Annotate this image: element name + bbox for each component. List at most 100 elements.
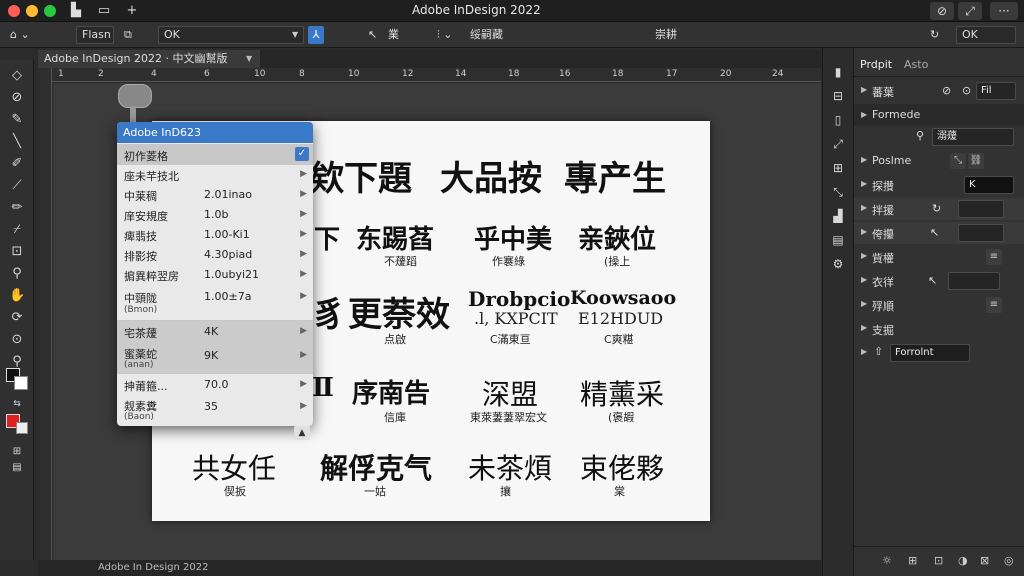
tool-a-label[interactable]: 業 [388, 26, 399, 44]
apply-color-icon[interactable]: ⊞ [9, 444, 25, 460]
swap-colors-icon[interactable]: ⇆ [9, 396, 25, 412]
bottom-grid-icon[interactable]: ⊞ [908, 554, 917, 567]
home-icon[interactable]: ⌂ ⌄ [10, 26, 30, 44]
menu-item[interactable]: 中莱稠 2.01inao ▶ [117, 185, 313, 205]
panel-row[interactable]: ▶ 支掘 [854, 318, 1024, 340]
bottom-lock-icon[interactable]: ⊠ [980, 554, 989, 567]
expand-triangle-icon[interactable]: ▶ [861, 85, 867, 94]
rotate-field[interactable] [958, 200, 1004, 218]
chain-icon[interactable]: ⛓ [968, 153, 984, 169]
font-field[interactable]: OK [158, 26, 304, 44]
page-block-text[interactable]: 共女任 [192, 447, 276, 487]
type-tool-icon[interactable]: ⟋ [9, 178, 25, 194]
target-icon[interactable]: ⊙ [962, 84, 971, 97]
menu-item[interactable]: 抻莆箍... 70.0 ▶ [117, 374, 313, 396]
menu-header[interactable]: Adobe InD623 [117, 122, 313, 143]
menu-lines-icon[interactable]: ≡ [986, 297, 1002, 313]
tool-c-label[interactable]: 崇耕 [655, 26, 677, 44]
close-window-button[interactable] [8, 5, 20, 17]
panel-row[interactable]: ▶ 蕃葉 ⊘ ⊙ Fil [854, 80, 1024, 102]
left-partial-text[interactable]: 下 [314, 219, 340, 256]
font-dropdown-icon[interactable]: ▼ [292, 30, 298, 39]
page-latin-text[interactable]: Drobpcio [468, 287, 570, 311]
panel-row[interactable]: ▶ 拌援 ↻ [854, 198, 1024, 220]
bottom-sun-icon[interactable]: ☼ [882, 554, 892, 567]
fill-field[interactable]: Fil [976, 82, 1016, 100]
rotate-icon[interactable]: ↻ [932, 202, 941, 215]
stroke-panel-icon[interactable]: ⤢ [830, 136, 846, 152]
panel-row[interactable]: ▶ 衣徉 ↖ [854, 270, 1024, 292]
pages-panel-icon[interactable]: ▮ [830, 64, 846, 80]
swatches-panel-icon[interactable]: ⊞ [830, 160, 846, 176]
columns-icon[interactable]: ⫶ ⌄ [437, 26, 452, 44]
left-partial-text[interactable]: Ⅱ [312, 373, 334, 403]
page-block-text[interactable]: 深盟 [482, 373, 538, 413]
panel-row[interactable]: ▶ 侉攥 ↖ [854, 222, 1024, 244]
menu-item[interactable]: 中頸陇 (Bmon) 1.00±7a ▶ [117, 285, 313, 319]
expand-triangle-icon[interactable]: ▶ [861, 299, 867, 308]
document-tab[interactable]: Adobe InDesign 2022 · 中文幽幫版 [38, 50, 260, 68]
link-icon[interactable]: ⧉ [124, 26, 132, 44]
expand-triangle-icon[interactable]: ▶ [861, 275, 867, 284]
share-icon[interactable]: ⊘ [930, 2, 954, 20]
stroke-swatch-back[interactable] [14, 376, 28, 390]
panel-row[interactable]: ▶ Poslme ⤡ ⛓ [854, 150, 1024, 172]
menu-item[interactable]: 初作菱格 ✓ [117, 144, 313, 165]
menu-item[interactable]: 蜜薬蛇 (anan) 9K ▶ [117, 343, 313, 373]
menu-item[interactable]: 庠安規度 1.0b ▶ [117, 205, 313, 225]
align-icon[interactable]: ⅄ [308, 26, 324, 44]
pencil-tool-icon[interactable]: ✐ [9, 156, 25, 172]
color-panel-icon[interactable]: ▟ [830, 208, 846, 224]
expand-triangle-icon[interactable]: ▶ [861, 251, 867, 260]
color-swatch-white[interactable] [16, 422, 28, 434]
expand-triangle-icon[interactable]: ▶ [861, 155, 867, 164]
expand-triangle-icon[interactable]: ▶ [861, 347, 867, 356]
menu-item[interactable]: 觌素糞 (Baon) 35 ▶ [117, 396, 313, 426]
refresh-icon[interactable]: ↻ [930, 26, 939, 44]
expand-icon[interactable]: ⤢ [958, 2, 982, 20]
settings-gear-icon[interactable]: ⚙ [830, 256, 846, 272]
shear-icon[interactable]: ↖ [930, 226, 939, 239]
left-partial-text[interactable]: 豸 [312, 287, 346, 336]
panel-tab-adobe[interactable]: Asto [904, 58, 928, 71]
expand-triangle-icon[interactable]: ▶ [861, 179, 867, 188]
no-fill-icon[interactable]: ⊘ [942, 84, 951, 97]
bottom-target-icon[interactable]: ◎ [1004, 554, 1014, 567]
page-latin-text[interactable]: Koowsaoo [570, 287, 676, 309]
page-block-text[interactable]: 更萘效 [348, 287, 450, 336]
rotate-tool-icon[interactable]: ⟳ [9, 310, 25, 326]
link-icon[interactable]: ⤡ [950, 153, 966, 169]
menu-lines-icon[interactable]: ≡ [986, 249, 1002, 265]
page-block-text[interactable]: 精薰采 [580, 373, 664, 413]
zoom-window-button[interactable] [44, 5, 56, 17]
context-menu[interactable]: Adobe InD623 初作菱格 ✓ 座未芉技北 ▶ 中莱稠 2.01inao… [117, 122, 313, 426]
panel-row[interactable]: ▶ ⇧ Forrolnt [854, 342, 1024, 364]
frame-tool-icon[interactable]: ⊡ [9, 244, 25, 260]
page-heading-text[interactable]: 專产生 [564, 151, 666, 200]
more-icon[interactable]: ··· [990, 2, 1018, 20]
document-icon[interactable]: ▙ [68, 3, 84, 19]
panel-row[interactable]: ▶ 貲權 ≡ [854, 246, 1024, 268]
selection-tool-icon[interactable]: ◇ [9, 68, 25, 84]
bottom-frame-icon[interactable]: ⊡ [934, 554, 943, 567]
tool-b-label[interactable]: 绥嗣藏 [470, 26, 503, 44]
panel-row[interactable]: ▶ 殍順 ≡ [854, 294, 1024, 316]
new-tab-icon[interactable]: + [124, 3, 140, 19]
hand-tool-icon[interactable]: ✋ [9, 288, 25, 304]
style-dropdown[interactable]: 溺蕿 [932, 128, 1014, 146]
expand-triangle-icon[interactable]: ▶ [861, 323, 867, 332]
scale-tool-icon[interactable]: ⊙ [9, 332, 25, 348]
ok-button[interactable]: OK [956, 26, 1016, 44]
pointer-field[interactable] [948, 272, 1000, 290]
tab-dropdown-icon[interactable]: ▼ [246, 54, 252, 63]
layers-panel-icon[interactable]: ⊟ [830, 88, 846, 104]
text-tool-icon[interactable]: ↖ [368, 26, 377, 44]
menu-item[interactable]: 痺翡技 1.00-Ki1 ▶ [117, 225, 313, 245]
pen-tool-icon[interactable]: ✎ [9, 112, 25, 128]
expand-triangle-icon[interactable]: ▶ [861, 203, 867, 212]
bottom-color-icon[interactable]: ◑ [958, 554, 968, 567]
screen-mode-icon[interactable]: ▤ [9, 460, 25, 476]
panel-row[interactable]: ⚲ 溺蕿 [854, 126, 1024, 148]
zoom-tool-icon[interactable]: ⚲ [9, 266, 25, 282]
panel-row[interactable]: ▶ 探攢 K [854, 174, 1024, 196]
